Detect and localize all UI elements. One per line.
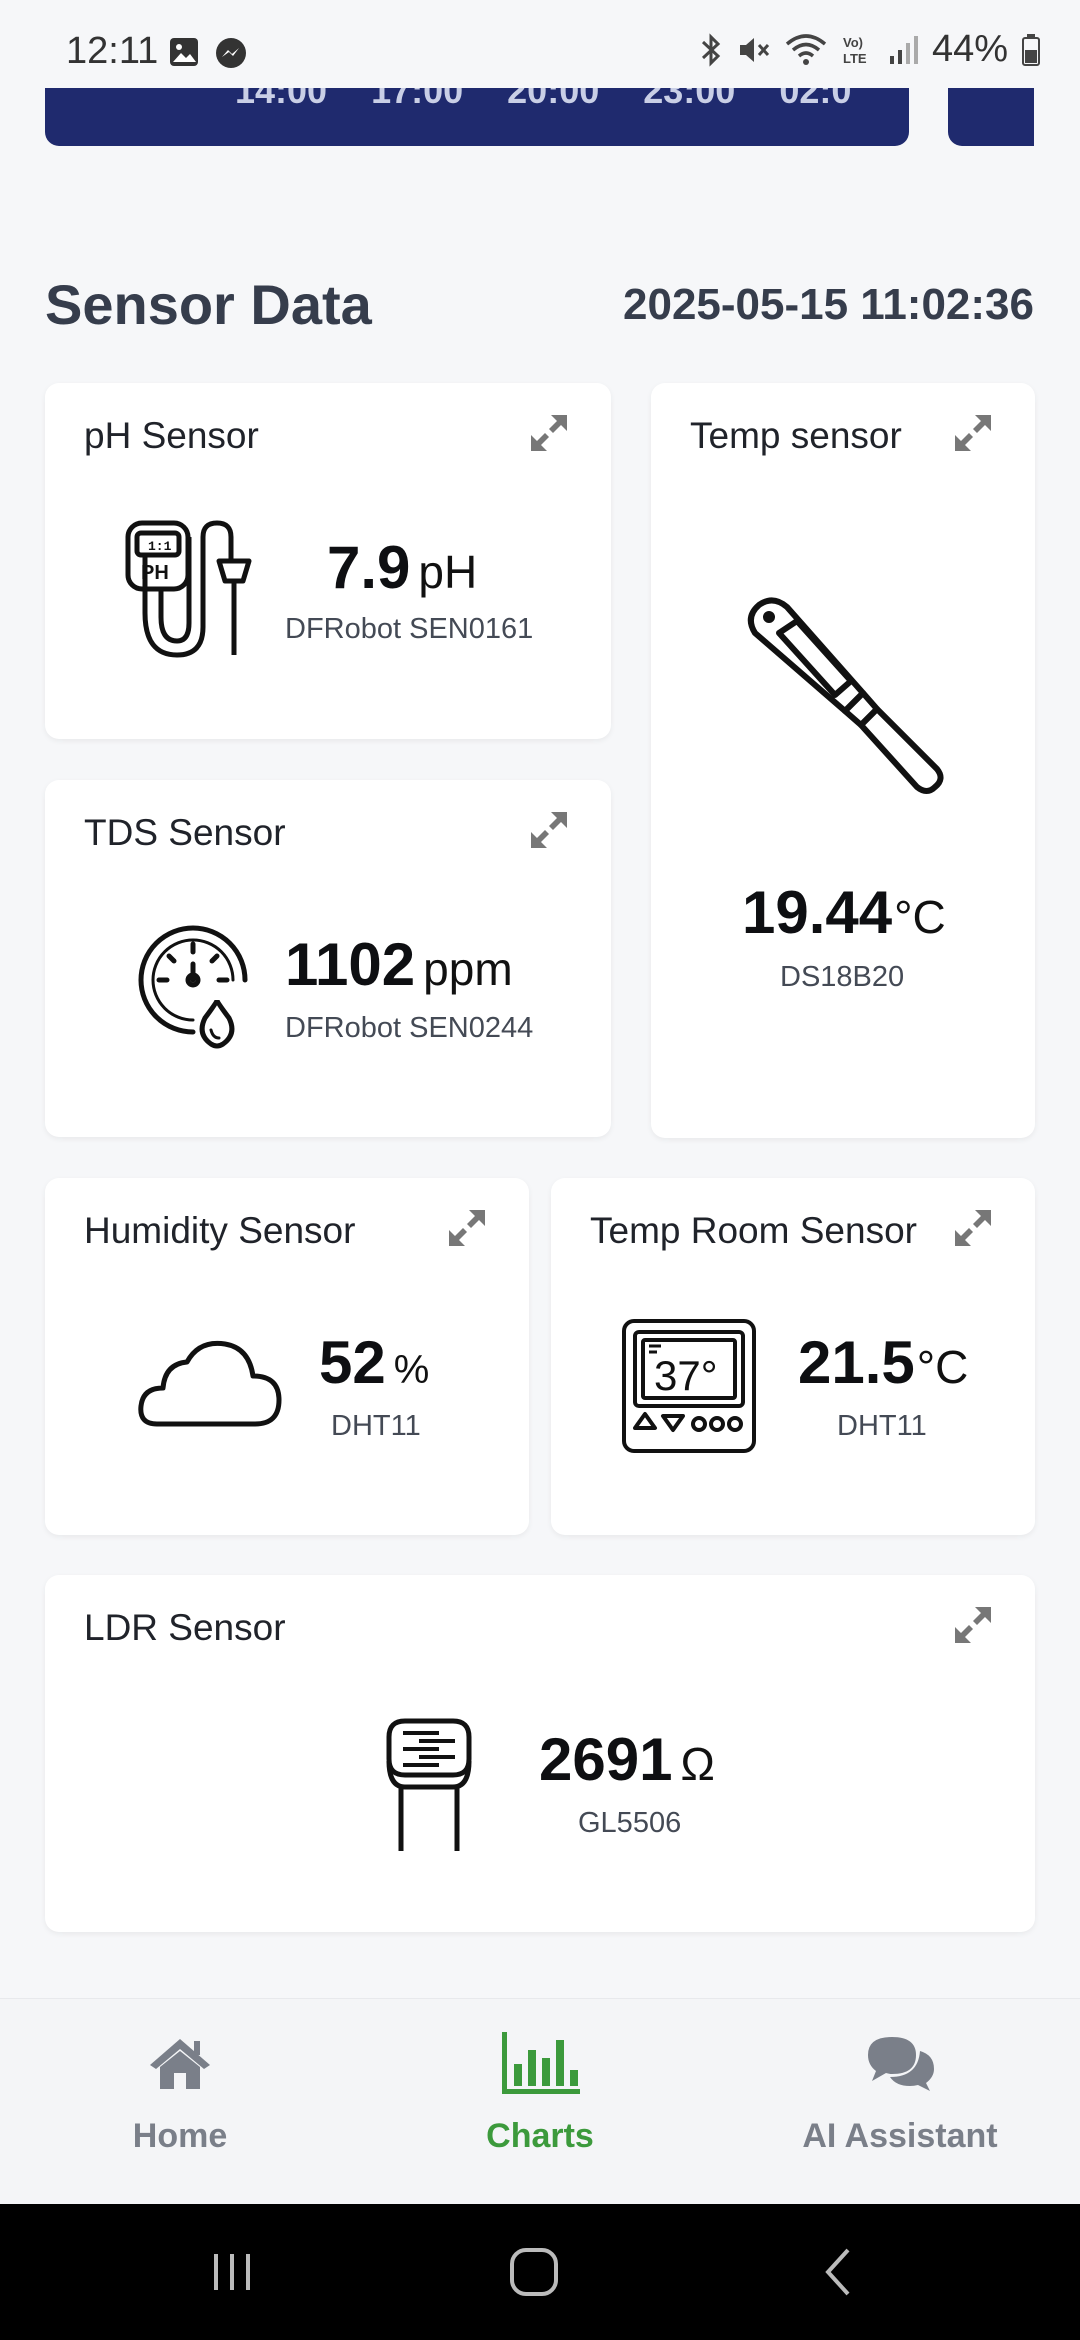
back-button[interactable] [798, 2242, 878, 2302]
gallery-icon [170, 38, 198, 66]
chart-panel-next[interactable] [948, 88, 1034, 146]
sensor-value: 1102 [285, 931, 416, 998]
chart-panel-bottom[interactable]: 14:00 17:00 20:00 23:00 02:0 [45, 88, 909, 146]
svg-text:Vo): Vo) [843, 35, 863, 50]
home-button[interactable] [494, 2242, 574, 2302]
sensor-value: 21.5 [798, 1329, 915, 1396]
expand-icon[interactable] [443, 1204, 491, 1252]
bluetooth-icon [701, 32, 721, 67]
humidity-sensor-card[interactable]: Humidity Sensor 52% DHT11 [45, 1178, 529, 1535]
sensor-value: 2691 [539, 1726, 673, 1793]
back-icon [825, 2248, 850, 2296]
nav-label: AI Assistant [802, 2117, 998, 2155]
sensor-unit: % [393, 1348, 430, 1392]
thermometer-icon [747, 597, 944, 794]
recent-apps-button[interactable] [192, 2242, 272, 2302]
expand-icon[interactable] [949, 1601, 997, 1649]
battery-icon [1022, 33, 1040, 66]
sensor-model: DFRobot SEN0244 [285, 1012, 534, 1044]
svg-text:1:1: 1:1 [148, 539, 172, 554]
thermostat-icon: 37° [622, 1319, 756, 1453]
home-icon [150, 2039, 210, 2089]
chart-x-label: 17:00 [371, 88, 464, 111]
wifi-icon [785, 33, 827, 65]
home-circle-icon [510, 2248, 558, 2296]
temp-room-sensor-card[interactable]: Temp Room Sensor 37° 21.5°C DHT11 [551, 1178, 1035, 1535]
ph-meter-icon: PH 1:1 [125, 520, 252, 658]
recents-icon [214, 2254, 250, 2290]
sensor-unit: °C [916, 1341, 969, 1393]
ph-sensor-card[interactable]: pH Sensor PH 1:1 7.9 pH DFRobot SEN0161 [45, 383, 611, 739]
sensor-value: 52 [319, 1329, 386, 1396]
sensor-model: GL5506 [578, 1807, 682, 1839]
svg-text:LTE: LTE [843, 51, 867, 66]
nav-charts[interactable]: Charts [360, 1999, 720, 2205]
chat-bubbles-icon [868, 2037, 934, 2091]
expand-icon[interactable] [949, 409, 997, 457]
sensor-model: DFRobot SEN0161 [285, 613, 534, 645]
svg-text:PH: PH [141, 562, 169, 584]
sensor-unit: °C [894, 891, 946, 943]
sensor-value: 7.9 [327, 534, 411, 601]
battery-percent: 44% [931, 28, 1008, 70]
bottom-navigation: Home Charts AI Assistant [0, 1998, 1080, 2204]
status-time: 12:11 [66, 30, 159, 72]
nav-home[interactable]: Home [0, 1999, 360, 2205]
expand-icon[interactable] [525, 409, 573, 457]
signal-icon [889, 35, 918, 64]
sensor-unit: pH [418, 546, 478, 598]
card-title: Temp sensor [690, 415, 902, 456]
status-bar: 12:11 Vo) LTE 44% [0, 0, 1080, 92]
last-update-timestamp: 2025-05-15 11:02:36 [623, 280, 1034, 329]
sensor-value: 19.44 [742, 879, 893, 946]
volte-icon: Vo) LTE [843, 35, 867, 66]
temp-sensor-card[interactable]: Temp sensor 19.44°C DS18B20 [651, 383, 1035, 1138]
mute-icon [739, 37, 770, 62]
card-title: pH Sensor [84, 415, 259, 456]
system-navigation-bar [0, 2204, 1080, 2340]
ldr-sensor-card[interactable]: LDR Sensor 2691 Ω GL5506 [45, 1575, 1035, 1932]
gauge-droplet-icon [138, 925, 248, 1049]
card-title: LDR Sensor [84, 1607, 286, 1648]
bar-chart-icon [502, 2032, 580, 2094]
cloud-icon [138, 1340, 282, 1427]
chart-x-label: 20:00 [507, 88, 600, 111]
section-title: Sensor Data [45, 273, 372, 336]
sensor-model: DHT11 [331, 1410, 421, 1442]
sensor-model: DHT11 [837, 1410, 927, 1442]
chart-x-label: 14:00 [235, 88, 328, 111]
messenger-icon [216, 38, 246, 68]
expand-icon[interactable] [949, 1204, 997, 1252]
photoresistor-icon [386, 1718, 472, 1851]
card-title: Humidity Sensor [84, 1210, 356, 1251]
nav-label: Home [132, 2117, 228, 2155]
sensor-unit: Ω [680, 1738, 715, 1790]
sensor-model: DS18B20 [780, 961, 905, 993]
chart-x-label: 02:0 [779, 88, 852, 111]
expand-icon[interactable] [525, 806, 573, 854]
nav-ai-assistant[interactable]: AI Assistant [720, 1999, 1080, 2205]
card-title: Temp Room Sensor [590, 1210, 917, 1251]
chart-x-label: 23:00 [643, 88, 736, 111]
sensor-unit: ppm [423, 943, 513, 995]
thermostat-display-text: 37° [654, 1352, 718, 1399]
card-title: TDS Sensor [84, 812, 286, 853]
nav-label: Charts [486, 2117, 594, 2155]
tds-sensor-card[interactable]: TDS Sensor 1102 ppm DFRobot SEN0244 [45, 780, 611, 1137]
